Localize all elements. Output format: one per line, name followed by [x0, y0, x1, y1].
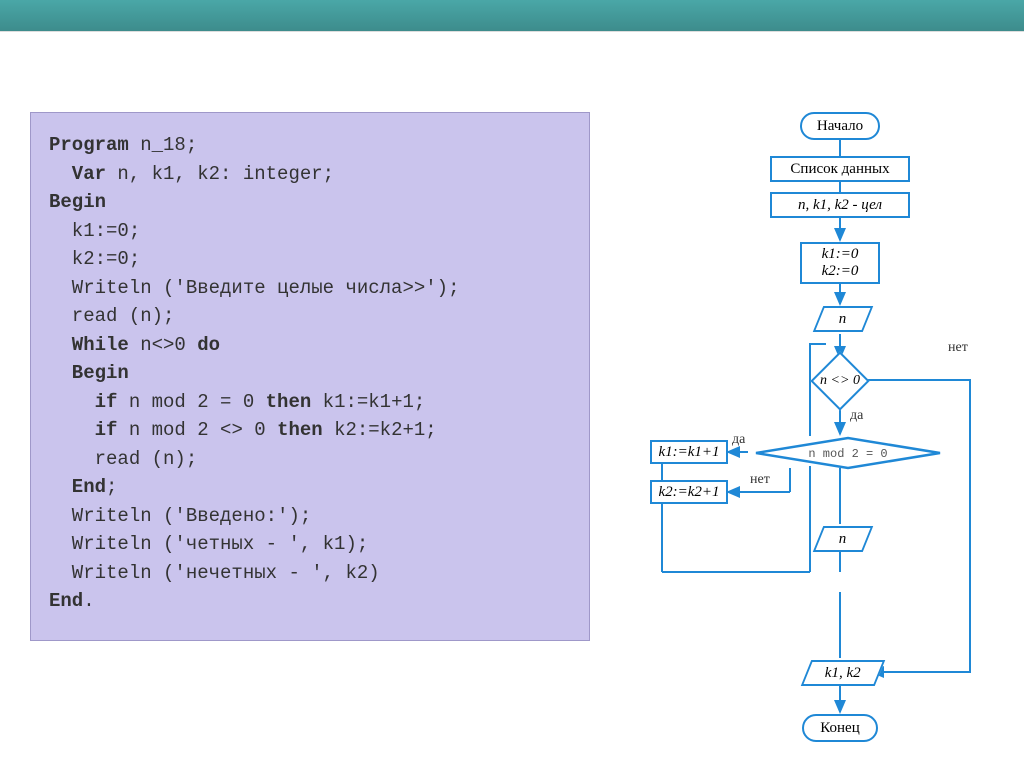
kw-end1: End: [49, 476, 106, 498]
kw-do: do: [197, 334, 220, 356]
code-block: Program n_18; Var n, k1, k2: integer; Be…: [30, 112, 590, 641]
kw-begin: Begin: [49, 191, 106, 213]
code-text: Program n_18; Var n, k1, k2: integer; Be…: [49, 131, 565, 616]
slide-content: Program n_18; Var n, k1, k2: integer; Be…: [0, 32, 1024, 752]
flow-end: Конец: [802, 714, 878, 742]
kw-var: Var: [49, 163, 106, 185]
flow-cond-mod: n mod 2 = 0: [748, 436, 938, 466]
flow-k1inc: k1:=k1+1: [650, 440, 728, 464]
flow-read-n2: n: [813, 526, 874, 552]
kw-if1: if: [49, 391, 117, 413]
top-bar: [0, 0, 1024, 32]
lbl-yes2: да: [732, 432, 745, 448]
lbl-yes1: да: [850, 408, 863, 424]
flow-output: k1, k2: [801, 660, 886, 686]
kw-program: Program: [49, 134, 129, 156]
lbl-no1: нет: [948, 340, 968, 356]
kw-then2: then: [277, 419, 323, 441]
flow-cond-loop: n <> 0: [810, 351, 869, 410]
flow-k2inc: k2:=k2+1: [650, 480, 728, 504]
flow-init: k1:=0 k2:=0: [800, 242, 880, 284]
lbl-no2: нет: [750, 472, 770, 488]
flow-read-n1: n: [813, 306, 874, 332]
kw-end2: End: [49, 590, 83, 612]
flow-datalist: Список данных: [770, 156, 910, 182]
svg-text:n mod 2 = 0: n mod 2 = 0: [808, 447, 887, 461]
kw-while: While: [49, 334, 129, 356]
flowchart: Начало Список данных n, k1, k2 - цел k1:…: [650, 112, 1000, 752]
kw-then1: then: [266, 391, 312, 413]
flow-start: Начало: [800, 112, 880, 140]
flow-vars: n, k1, k2 - цел: [770, 192, 910, 218]
kw-if2: if: [49, 419, 117, 441]
kw-begin2: Begin: [49, 362, 129, 384]
